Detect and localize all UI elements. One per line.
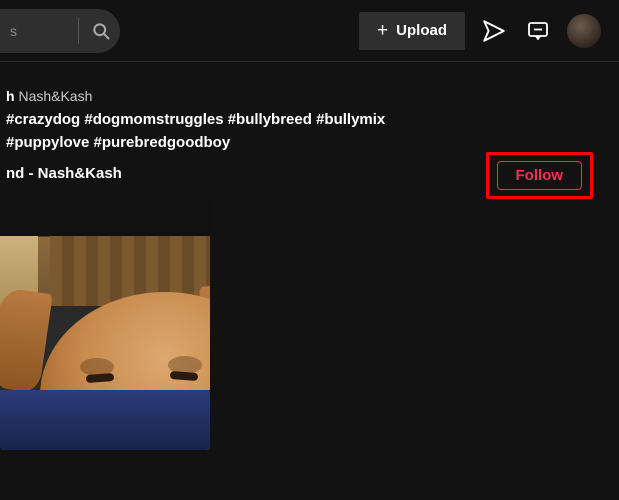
search-divider <box>78 18 79 44</box>
username-text: Nash&Kash <box>18 88 92 104</box>
inbox-icon <box>526 19 550 43</box>
inbox-button[interactable] <box>523 16 553 46</box>
post-content: h Nash&Kash #crazydog #dogmomstruggles #… <box>0 62 619 450</box>
username[interactable]: h Nash&Kash <box>6 88 456 104</box>
messages-button[interactable] <box>479 16 509 46</box>
search-box[interactable] <box>0 9 120 53</box>
send-icon <box>481 18 507 44</box>
upload-label: Upload <box>396 22 447 39</box>
username-prefix: h <box>6 88 15 104</box>
follow-button[interactable]: Follow <box>497 161 583 190</box>
follow-highlight-box: Follow <box>486 152 594 199</box>
search-icon <box>91 21 111 41</box>
post-caption[interactable]: #crazydog #dogmomstruggles #bullybreed #… <box>6 108 456 155</box>
thumbnail-image <box>0 202 210 450</box>
search-input[interactable] <box>10 23 70 39</box>
sound-link[interactable]: nd - Nash&Kash <box>6 165 456 182</box>
upload-button[interactable]: + Upload <box>359 12 465 50</box>
profile-avatar[interactable] <box>567 14 601 48</box>
search-button[interactable] <box>83 9 120 53</box>
plus-icon: + <box>377 21 388 40</box>
top-nav: + Upload <box>0 0 619 62</box>
video-thumbnail[interactable] <box>0 202 210 450</box>
